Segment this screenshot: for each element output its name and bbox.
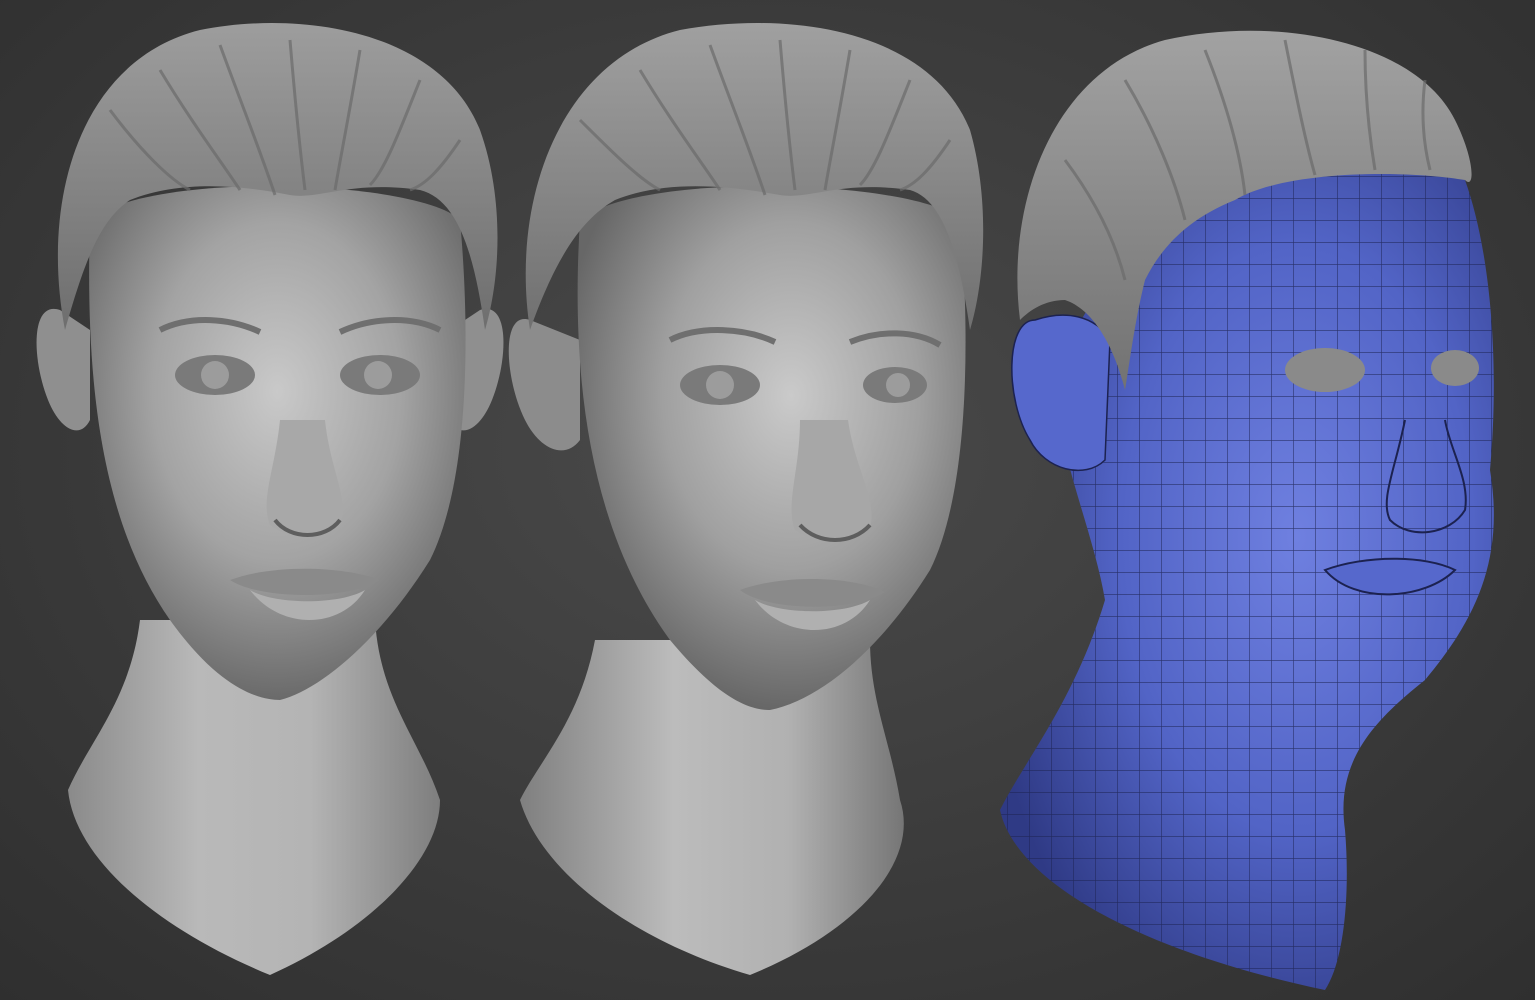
left-ear: [36, 308, 90, 431]
left-iris: [706, 371, 734, 399]
right-iris: [886, 373, 910, 397]
left-eye-socket: [1285, 348, 1365, 392]
right-iris: [364, 361, 392, 389]
ear: [1011, 314, 1111, 472]
head-three-quarter-clay-view: [500, 0, 1000, 1000]
left-iris: [201, 361, 229, 389]
head-front-render: [36, 23, 504, 975]
head-wireframe-render: [1000, 30, 1494, 990]
left-ear: [508, 319, 580, 451]
neck: [520, 640, 904, 975]
face: [577, 186, 966, 710]
head-front-clay-view: [20, 0, 520, 1000]
right-eye-socket: [1431, 350, 1479, 386]
head-wireframe-topology-view: [985, 0, 1535, 1000]
head-three-quarter-render: [508, 23, 984, 975]
sculpt-turnaround: [0, 0, 1535, 1000]
